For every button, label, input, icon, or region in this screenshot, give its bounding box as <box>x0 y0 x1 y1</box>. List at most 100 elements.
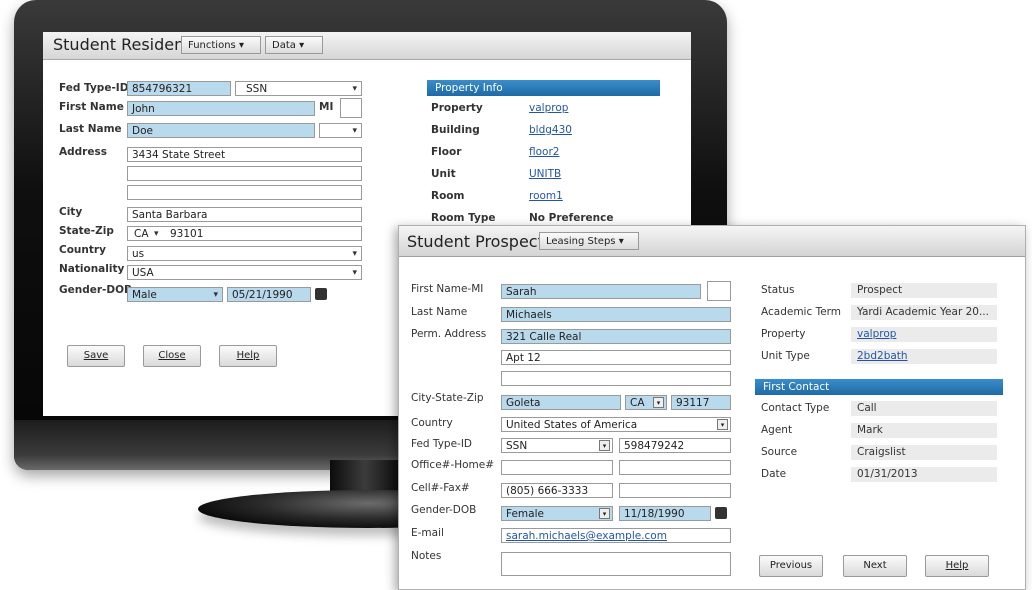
leasing-steps-menu-button[interactable]: Leasing Steps ▾ <box>539 232 639 250</box>
academic-term-value: Yardi Academic Year 20... <box>851 305 997 320</box>
resident-title-bar: Student Resident Functions ▾ Data ▾ <box>43 32 691 60</box>
dropdown-arrow-icon: ▾ <box>352 84 357 94</box>
help-button[interactable]: Help <box>219 345 277 367</box>
prospect-first-name-input[interactable]: Sarah <box>501 284 701 299</box>
email-label: E-mail <box>411 527 444 539</box>
perm-address-line1-input[interactable]: 321 Calle Real <box>501 329 731 344</box>
prospect-last-name-input[interactable]: Michaels <box>501 307 731 322</box>
status-property-link[interactable]: valprop <box>851 327 997 342</box>
state-zip-field[interactable]: CA ▾ 93101 <box>127 226 362 241</box>
property-link[interactable]: valprop <box>529 102 568 114</box>
date-label: Date <box>761 468 787 480</box>
gender-value: Male <box>132 289 157 301</box>
dropdown-arrow-icon: ▾ <box>717 419 728 430</box>
last-name-input[interactable]: Doe <box>127 123 315 138</box>
prospect-city-input[interactable]: Goleta <box>501 395 621 410</box>
suffix-select[interactable]: ▾ <box>319 123 362 138</box>
fed-type-id-label: Fed Type-ID <box>59 82 129 94</box>
state-zip-label: State-Zip <box>59 225 114 237</box>
nationality-value: USA <box>132 267 154 279</box>
prospect-state-select[interactable]: CA ▾ <box>625 395 667 410</box>
prospect-id-type-select[interactable]: SSN ▾ <box>501 438 613 453</box>
property-info-header: Property Info <box>427 80 660 96</box>
property-label: Property <box>431 102 483 114</box>
status-label: Status <box>761 284 795 296</box>
room-link[interactable]: room1 <box>529 190 563 202</box>
fed-type-id-input[interactable]: 854796321 <box>127 81 231 96</box>
address-line3-input[interactable] <box>127 185 362 200</box>
fax-input[interactable] <box>619 483 731 498</box>
home-phone-input[interactable] <box>619 460 731 475</box>
close-button[interactable]: Close <box>143 345 201 367</box>
address-line2-input[interactable] <box>127 166 362 181</box>
cell-phone-input[interactable]: (805) 666-3333 <box>501 483 613 498</box>
mi-label: MI <box>319 101 334 113</box>
contact-type-label: Contact Type <box>761 402 830 414</box>
floor-label: Floor <box>431 146 462 158</box>
country-label: Country <box>411 417 453 429</box>
status-property-label: Property <box>761 328 806 340</box>
prospect-help-button[interactable]: Help <box>925 555 989 577</box>
dob-input[interactable]: 05/21/1990 <box>227 287 311 302</box>
unit-label: Unit <box>431 168 456 180</box>
resident-title: Student Resident <box>53 35 191 54</box>
id-type-select[interactable]: SSN ▾ <box>235 81 362 96</box>
dropdown-arrow-icon: ▾ <box>599 440 610 451</box>
floor-link[interactable]: floor2 <box>529 146 559 158</box>
dropdown-arrow-icon: ▾ <box>352 249 357 259</box>
fed-type-id-label: Fed Type-ID <box>411 438 473 450</box>
perm-address-line3-input[interactable] <box>501 371 731 386</box>
gender-select[interactable]: Male ▾ <box>127 287 223 302</box>
status-value: Prospect <box>851 283 997 298</box>
address-label: Address <box>59 146 107 158</box>
mi-input[interactable] <box>340 98 362 118</box>
gender-dob-label: Gender-DOB <box>59 284 133 296</box>
city-label: City <box>59 206 83 218</box>
unit-link[interactable]: UNITB <box>529 168 561 180</box>
prospect-title-bar: Student Prospect Leasing Steps ▾ <box>399 226 1025 257</box>
notes-input[interactable] <box>501 552 731 576</box>
room-type-value: No Preference <box>529 212 614 224</box>
prospect-zip-input[interactable]: 93117 <box>671 395 731 410</box>
zip-value: 93101 <box>170 228 204 240</box>
building-link[interactable]: bldg430 <box>529 124 572 136</box>
dropdown-arrow-icon: ▾ <box>618 236 624 247</box>
last-name-label: Last Name <box>59 123 122 135</box>
last-name-label: Last Name <box>411 306 468 318</box>
first-name-input[interactable]: John <box>127 101 315 116</box>
dropdown-arrow-icon: ▾ <box>352 126 357 136</box>
source-label: Source <box>761 446 798 458</box>
data-menu-button[interactable]: Data ▾ <box>265 36 323 54</box>
office-home-label: Office#-Home# <box>411 459 495 471</box>
prospect-gender-value: Female <box>506 508 544 520</box>
first-name-label: First Name <box>59 101 124 113</box>
nationality-select[interactable]: USA ▾ <box>127 265 362 280</box>
perm-address-line2-input[interactable]: Apt 12 <box>501 350 731 365</box>
prospect-country-select[interactable]: United States of America ▾ <box>501 417 731 432</box>
notes-label: Notes <box>411 550 442 562</box>
prospect-dob-input[interactable]: 11/18/1990 <box>619 506 711 521</box>
date-value: 01/31/2013 <box>851 467 997 482</box>
email-input[interactable]: sarah.michaels@example.com <box>501 528 731 543</box>
country-select[interactable]: us ▾ <box>127 246 362 261</box>
functions-menu-button[interactable]: Functions ▾ <box>181 36 261 54</box>
next-button[interactable]: Next <box>843 555 907 577</box>
city-input[interactable]: Santa Barbara <box>127 207 362 222</box>
dropdown-arrow-icon: ▾ <box>352 268 357 278</box>
nationality-label: Nationality <box>59 263 125 275</box>
dropdown-arrow-icon: ▾ <box>299 40 305 51</box>
prospect-fed-id-input[interactable]: 598479242 <box>619 438 731 453</box>
dropdown-arrow-icon: ▾ <box>599 508 610 519</box>
prospect-mi-input[interactable] <box>707 281 731 301</box>
city-state-zip-label: City-State-Zip <box>411 392 484 404</box>
calendar-icon[interactable] <box>715 507 727 519</box>
unit-type-link[interactable]: 2bd2bath <box>851 349 997 364</box>
previous-button[interactable]: Previous <box>759 555 823 577</box>
functions-menu-label: Functions <box>188 40 236 51</box>
office-phone-input[interactable] <box>501 460 613 475</box>
prospect-gender-select[interactable]: Female ▾ <box>501 506 613 521</box>
academic-term-label: Academic Term <box>761 306 842 318</box>
calendar-icon[interactable] <box>315 288 327 300</box>
address-line1-input[interactable]: 3434 State Street <box>127 147 362 162</box>
save-button[interactable]: Save <box>67 345 125 367</box>
